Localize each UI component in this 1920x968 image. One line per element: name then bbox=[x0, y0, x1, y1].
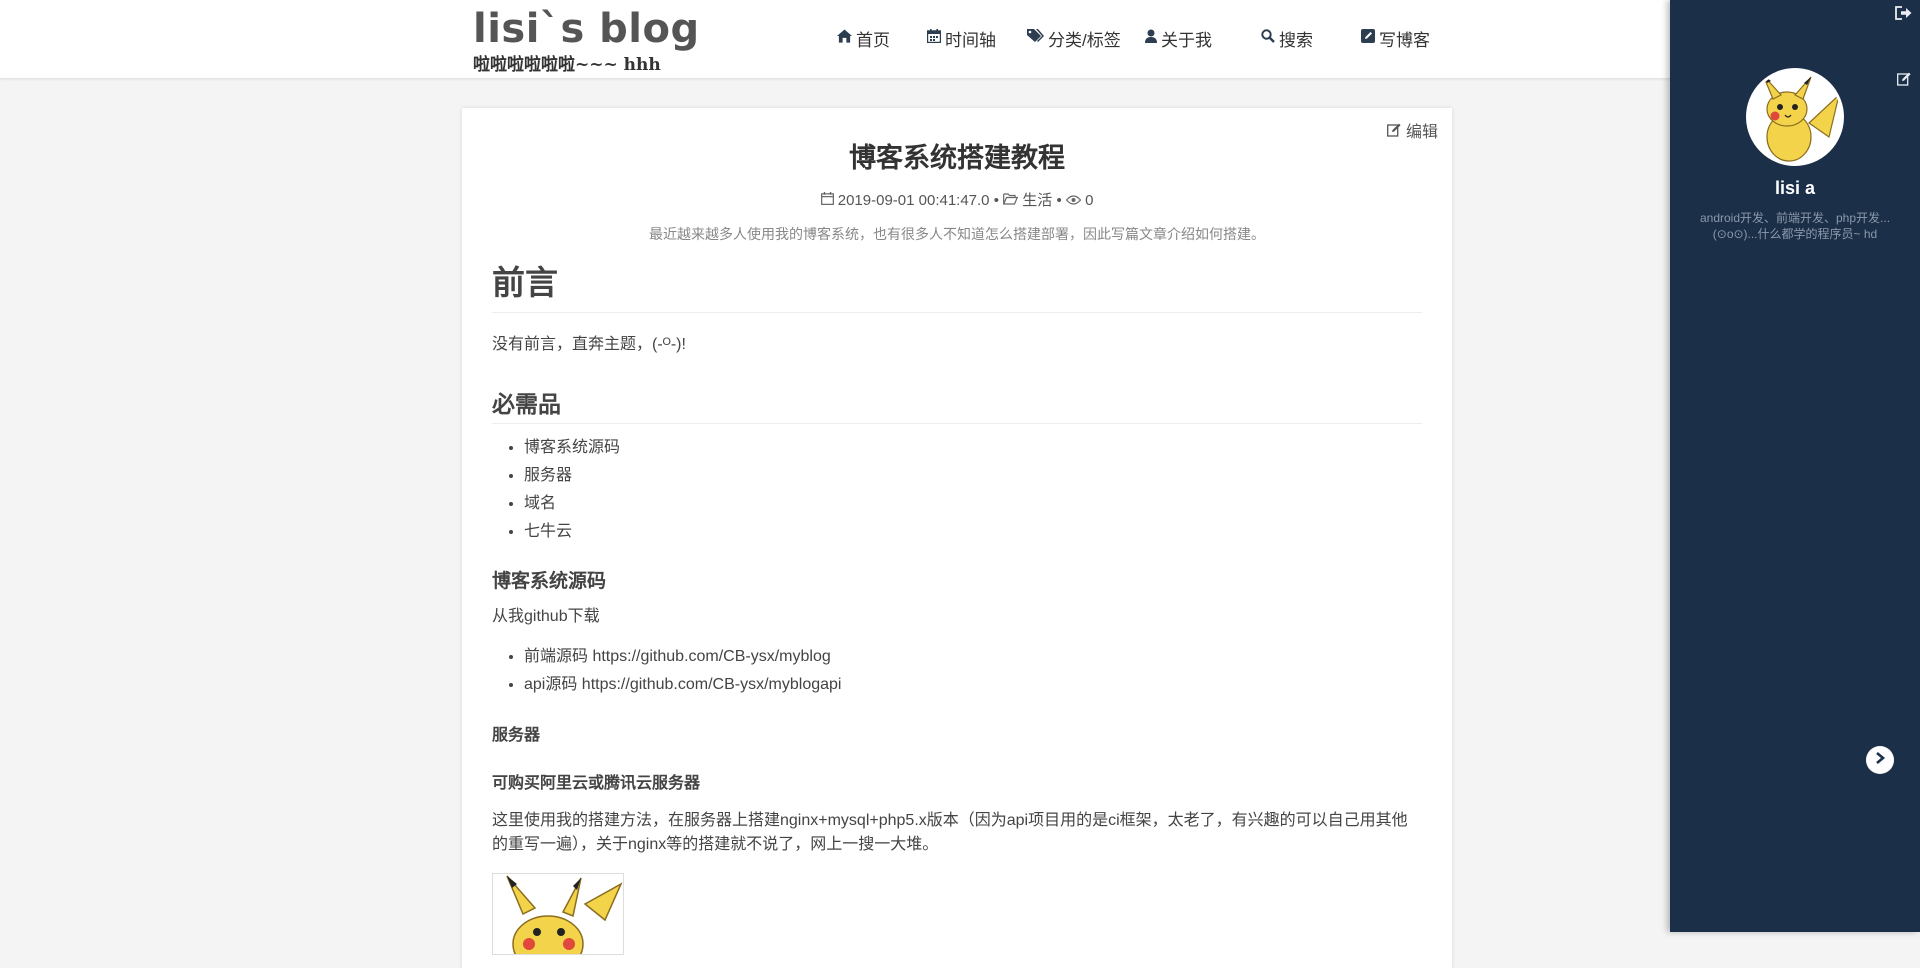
brand[interactable]: lisi`s blog 啦啦啦啦啦啦~~~ hhh bbox=[473, 6, 700, 75]
meta-separator: • bbox=[1056, 192, 1066, 209]
post-title: 博客系统搭建教程 bbox=[849, 143, 1065, 173]
post-views: 0 bbox=[1085, 192, 1094, 209]
site-title[interactable]: lisi`s blog bbox=[473, 6, 700, 52]
nav-timeline-label: 时间轴 bbox=[945, 30, 996, 50]
nav-write[interactable]: 写博客 bbox=[1361, 24, 1451, 52]
post-summary: 最近越来越多人使用我的博客系统，也有很多人不知道怎么搭建部署，因此写篇文章介绍如… bbox=[649, 226, 1265, 242]
paragraph-server-1: 这里使用我的搭建方法，在服务器上搭建nginx+mysql+php5.x版本（因… bbox=[492, 812, 1408, 829]
edit-icon bbox=[1386, 123, 1406, 141]
tags-icon bbox=[1027, 29, 1044, 47]
nav-about-label: 关于我 bbox=[1161, 30, 1212, 50]
logout-icon[interactable] bbox=[1895, 6, 1912, 25]
list-item: 七牛云 bbox=[524, 518, 1422, 546]
heading-server: 服务器 bbox=[492, 727, 541, 744]
post-category[interactable]: 生活 bbox=[1022, 192, 1052, 209]
nav-write-label: 写博客 bbox=[1379, 30, 1430, 50]
source-list: 前端源码 https://github.com/CB-ysx/myblog ap… bbox=[492, 643, 1422, 699]
post-meta: 2019-09-01 00:41:47.0 • 生活 • 0 bbox=[462, 189, 1452, 210]
pikachu-image bbox=[492, 873, 624, 955]
profile-bio-line: (⊙o⊙)...什么都学的程序员~ hd bbox=[1712, 227, 1878, 241]
paragraph-source: 从我github下载 bbox=[492, 608, 600, 625]
chevron-right-icon bbox=[1873, 751, 1887, 770]
required-list: 博客系统源码 服务器 域名 七牛云 bbox=[492, 434, 1422, 546]
source-link-frontend[interactable]: 前端源码 https://github.com/CB-ysx/myblog bbox=[524, 643, 1422, 671]
user-icon bbox=[1145, 29, 1157, 47]
paragraph-server-2: 的重写一遍），关于nginx等的搭建就不说了，网上一搜一大堆。 bbox=[492, 836, 939, 853]
list-item: 服务器 bbox=[524, 462, 1422, 490]
nav-home[interactable]: 首页 bbox=[837, 24, 927, 52]
search-icon bbox=[1261, 29, 1275, 47]
heading-server-buy: 可购买阿里云或腾讯云服务器 bbox=[492, 775, 701, 792]
paragraph-preface: 没有前言，直奔主题，(-ᴼ-)! bbox=[492, 336, 686, 353]
eye-icon bbox=[1065, 192, 1085, 209]
nav-home-label: 首页 bbox=[856, 30, 890, 50]
profile-sidebar: lisi a android开发、前端开发、php开发... (⊙o⊙)...什… bbox=[1670, 0, 1920, 932]
edit-link[interactable]: 编辑 bbox=[1386, 118, 1438, 142]
home-icon bbox=[837, 29, 852, 47]
calendar-icon bbox=[926, 29, 942, 47]
nav-categories[interactable]: 分类/标签 bbox=[1027, 24, 1145, 52]
folder-icon bbox=[1003, 192, 1022, 209]
edit-icon bbox=[1361, 29, 1375, 47]
post-date: 2019-09-01 00:41:47.0 bbox=[837, 192, 990, 209]
avatar[interactable] bbox=[1746, 68, 1844, 166]
nav-search-label: 搜索 bbox=[1279, 30, 1313, 50]
profile-bio-line: android开发、前端开发、php开发... bbox=[1699, 211, 1891, 225]
list-item: 博客系统源码 bbox=[524, 434, 1422, 462]
edit-label: 编辑 bbox=[1405, 124, 1438, 141]
meta-separator: • bbox=[993, 192, 1004, 209]
nav-timeline[interactable]: 时间轴 bbox=[926, 24, 1027, 52]
profile-bio: android开发、前端开发、php开发... (⊙o⊙)...什么都学的程序员… bbox=[1684, 210, 1906, 242]
main-nav: 首页 时间轴 分类/标签 关于我 搜索 写博客 bbox=[830, 24, 1451, 52]
site-subtitle: 啦啦啦啦啦啦~~~ hhh bbox=[473, 55, 661, 75]
sidebar-collapse-button[interactable] bbox=[1866, 746, 1894, 774]
nav-search[interactable]: 搜索 bbox=[1261, 24, 1361, 52]
list-item: 域名 bbox=[524, 490, 1422, 518]
post-content: 前言 没有前言，直奔主题，(-ᴼ-)! 必需品 博客系统源码 服务器 域名 七牛… bbox=[492, 256, 1422, 955]
profile-name: lisi a bbox=[1774, 178, 1816, 198]
nav-about[interactable]: 关于我 bbox=[1145, 24, 1261, 52]
article-card: 编辑 博客系统搭建教程 2019-09-01 00:41:47.0 • 生活 •… bbox=[462, 108, 1452, 968]
top-header: lisi`s blog 啦啦啦啦啦啦~~~ hhh 首页 时间轴 分类/标签 关… bbox=[0, 0, 1920, 79]
heading-required: 必需品 bbox=[492, 385, 1422, 424]
sidebar-edit-icon[interactable] bbox=[1897, 72, 1912, 91]
source-link-api[interactable]: api源码 https://github.com/CB-ysx/myblogap… bbox=[524, 671, 1422, 699]
calendar-icon bbox=[820, 192, 838, 209]
nav-categories-label: 分类/标签 bbox=[1048, 30, 1121, 50]
heading-source: 博客系统源码 bbox=[492, 571, 607, 592]
heading-preface: 前言 bbox=[492, 256, 1422, 313]
